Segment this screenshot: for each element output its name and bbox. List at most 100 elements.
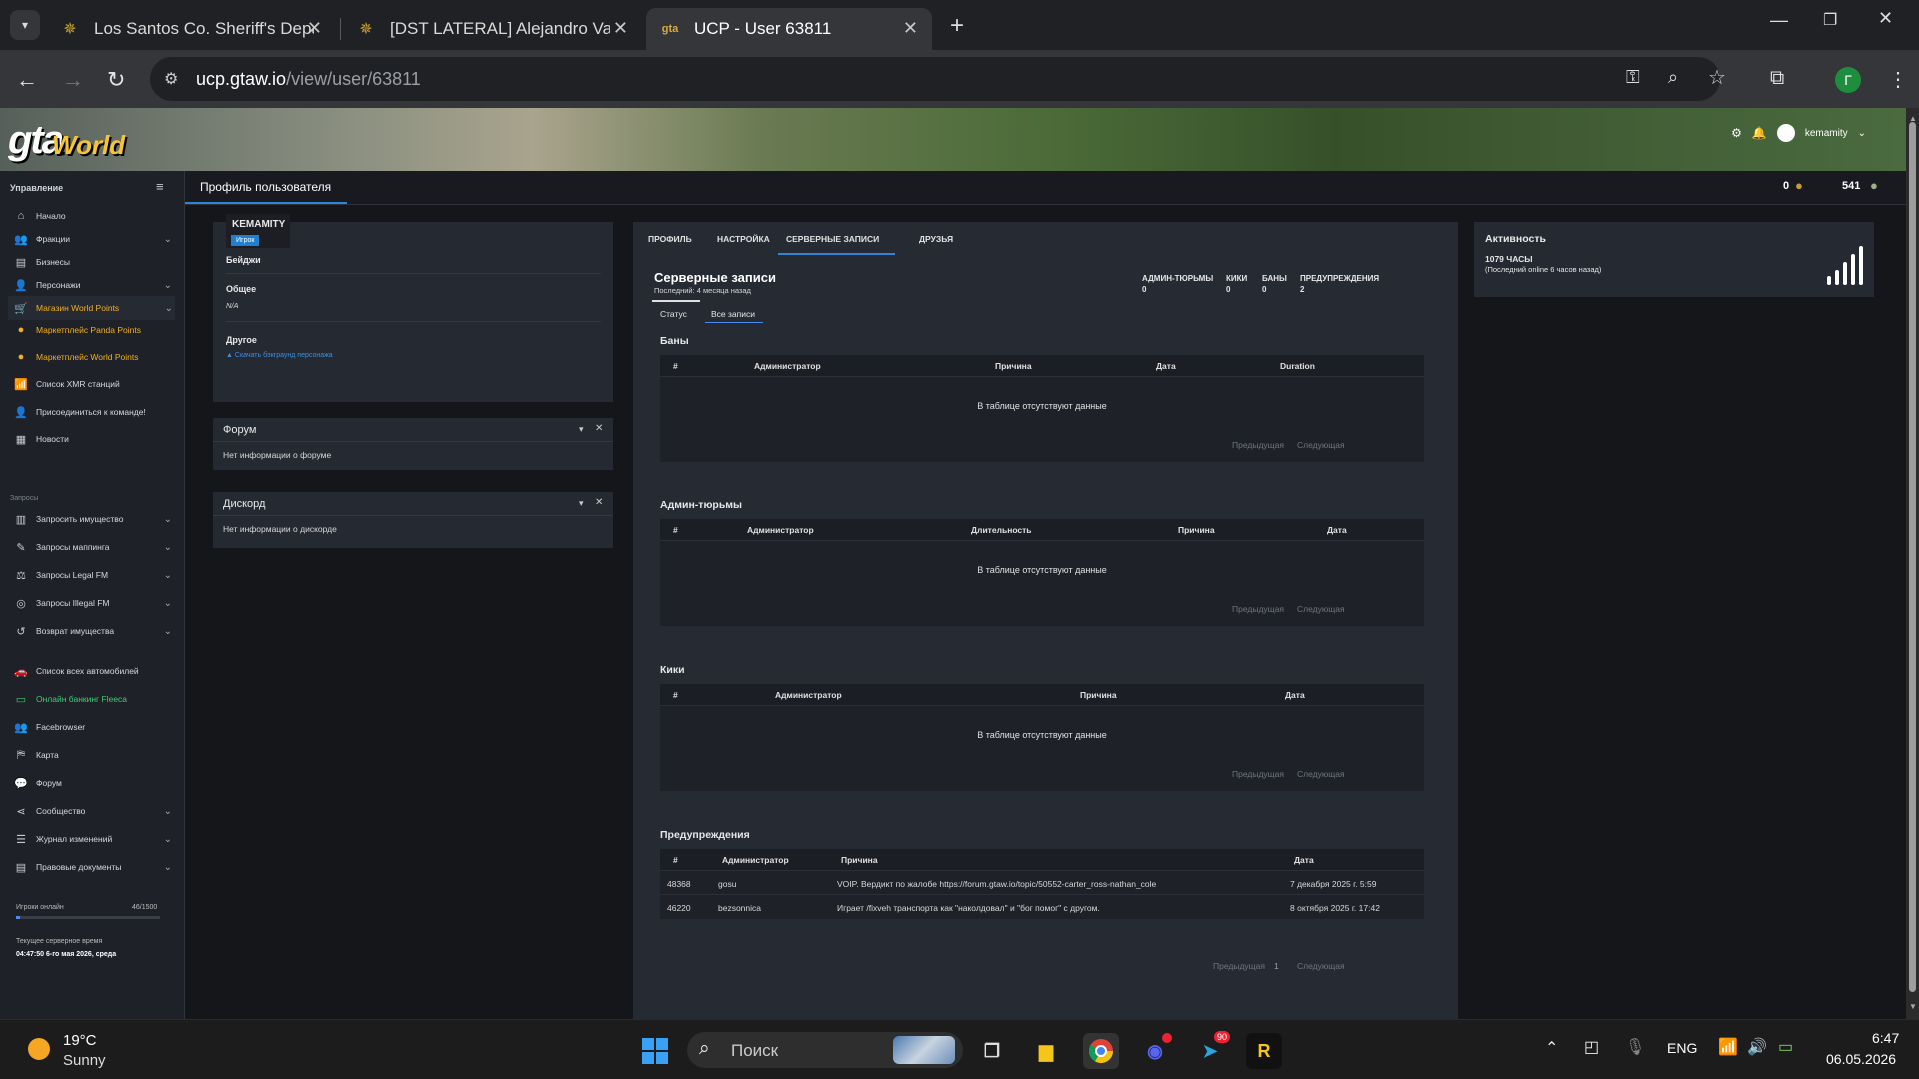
new-tab-icon[interactable]: + bbox=[950, 12, 964, 40]
taskbar-search[interactable]: ⌕ Поиск bbox=[687, 1032, 963, 1068]
close-window-icon[interactable]: ✕ bbox=[1878, 8, 1893, 29]
sidebar-item-community[interactable]: ⋖ Сообщество ⌄ bbox=[14, 799, 174, 823]
volume-icon[interactable]: 🔊 bbox=[1747, 1037, 1767, 1057]
sidebar-item-legal-fm[interactable]: ⚖ Запросы Legal FM ⌄ bbox=[14, 563, 174, 587]
address-bar[interactable]: ⚙ ucp.gtaw.io/view/user/63811 ⚿ ⌕ ☆ bbox=[150, 57, 1726, 101]
sidebar-item-join-team[interactable]: 👤 Присоединиться к команде! bbox=[14, 400, 174, 424]
tab-profile[interactable]: ПРОФИЛЬ bbox=[648, 234, 692, 244]
chevron-up-icon[interactable]: ⌃ bbox=[1545, 1038, 1558, 1058]
sidebar-item-news[interactable]: ▦ Новости bbox=[14, 427, 174, 451]
browser-tab-1[interactable]: ✵ Los Santos Co. Sheriff's Department ✕ bbox=[46, 8, 336, 50]
warnings-page-1[interactable]: 1 bbox=[1274, 961, 1279, 971]
sidebar-item-illegal-fm[interactable]: ◎ Запросы Illegal FM ⌄ bbox=[14, 591, 174, 615]
camera-icon[interactable]: ◰ bbox=[1584, 1037, 1599, 1057]
sidebar-item-panda-market[interactable]: ● Маркетплейс Panda Points bbox=[14, 318, 174, 342]
sidebar-item-forum[interactable]: 💬 Форум bbox=[14, 771, 174, 795]
col-id[interactable]: # bbox=[673, 690, 678, 700]
sidebar-item-refund[interactable]: ↺ Возврат имущества ⌄ bbox=[14, 619, 174, 643]
sidebar-item-wp-shop[interactable]: 🛒 Магазин World Points ⌄ bbox=[8, 296, 175, 320]
col-id[interactable]: # bbox=[673, 361, 678, 371]
sidebar-item-legal-docs[interactable]: ▤ Правовые документы ⌄ bbox=[14, 855, 174, 879]
col-date[interactable]: Дата bbox=[1285, 690, 1305, 700]
hamburger-icon[interactable]: ≡ bbox=[156, 179, 164, 194]
sidebar-item-characters[interactable]: 👤 Персонажи ⌄ bbox=[14, 273, 174, 297]
sidebar-item-facebrowser[interactable]: 👥 Facebrowser bbox=[14, 715, 174, 739]
subtab-status[interactable]: Статус bbox=[660, 309, 687, 319]
site-info-icon[interactable]: ⚙ bbox=[164, 69, 178, 89]
tab-friends[interactable]: ДРУЗЬЯ bbox=[919, 234, 953, 244]
rockstar-launcher-icon[interactable]: R bbox=[1246, 1033, 1282, 1069]
browser-tab-2[interactable]: ✵ [DST LATERAL] Alejandro Valdez ✕ bbox=[342, 8, 642, 50]
col-date[interactable]: Дата bbox=[1294, 855, 1314, 865]
jails-next-button[interactable]: Следующая bbox=[1297, 604, 1345, 614]
weather-temp[interactable]: 19°C bbox=[63, 1032, 97, 1049]
tab-settings[interactable]: НАСТРОЙКА bbox=[717, 234, 770, 244]
task-view-icon[interactable]: ❐ bbox=[974, 1033, 1010, 1069]
warnings-prev-button[interactable]: Предыдущая bbox=[1213, 961, 1265, 971]
profile-avatar[interactable]: Г bbox=[1835, 67, 1861, 93]
minimize-icon[interactable]: — bbox=[1770, 10, 1788, 31]
close-tab-icon[interactable]: ✕ bbox=[613, 18, 628, 39]
clock-time[interactable]: 6:47 bbox=[1872, 1030, 1899, 1046]
close-icon[interactable]: ✕ bbox=[595, 423, 603, 434]
table-row[interactable]: 48368 gosu VOIP. Вердикт по жалобе https… bbox=[660, 872, 1424, 895]
key-icon[interactable]: ⚿ bbox=[1626, 67, 1640, 88]
close-tab-icon[interactable]: ✕ bbox=[307, 18, 322, 39]
col-admin[interactable]: Администратор bbox=[722, 855, 789, 865]
close-tab-icon[interactable]: ✕ bbox=[903, 18, 918, 39]
sidebar-item-request-property[interactable]: ▥ Запросить имущество ⌄ bbox=[14, 507, 174, 531]
extensions-icon[interactable]: ⧉ bbox=[1770, 67, 1784, 90]
back-icon[interactable]: ← bbox=[16, 67, 38, 93]
sidebar-item-fleeca[interactable]: ▭ Онлайн банкинг Fleeca bbox=[14, 687, 174, 711]
reload-icon[interactable]: ↻ bbox=[107, 67, 125, 93]
bans-next-button[interactable]: Следующая bbox=[1297, 440, 1345, 450]
col-duration[interactable]: Длительность bbox=[971, 525, 1032, 535]
sidebar-item-vehicles[interactable]: 🚗 Список всех автомобилей bbox=[14, 659, 174, 683]
col-date[interactable]: Дата bbox=[1327, 525, 1347, 535]
sidebar-item-home[interactable]: ⌂ Начало bbox=[14, 204, 174, 228]
language-indicator[interactable]: ENG bbox=[1667, 1040, 1697, 1056]
sidebar-item-xmr[interactable]: 📶 Список XMR станций bbox=[14, 372, 174, 396]
col-date[interactable]: Дата bbox=[1156, 361, 1176, 371]
subtab-all-records[interactable]: Все записи bbox=[711, 309, 755, 319]
restore-icon[interactable]: ❐ bbox=[1823, 10, 1837, 30]
user-menu[interactable]: ⚙ 🔔 kemamity ⌄ bbox=[1731, 124, 1866, 142]
sidebar-item-mapping[interactable]: ✎ Запросы маппинга ⌄ bbox=[14, 535, 174, 559]
browser-tab-3-active[interactable]: gta UCP - User 63811 ✕ bbox=[646, 8, 932, 50]
bell-icon[interactable]: 🔔 bbox=[1752, 126, 1767, 140]
col-reason[interactable]: Причина bbox=[1080, 690, 1117, 700]
forward-icon[interactable]: → bbox=[62, 67, 84, 93]
sidebar-item-businesses[interactable]: ▤ Бизнесы bbox=[14, 250, 174, 274]
wifi-icon[interactable]: 📶 bbox=[1718, 1037, 1738, 1057]
battery-icon[interactable]: ▭ bbox=[1778, 1037, 1793, 1057]
menu-dots-icon[interactable]: ⋮ bbox=[1888, 67, 1908, 92]
kicks-prev-button[interactable]: Предыдущая bbox=[1232, 769, 1284, 779]
page-scrollbar[interactable]: ▲ ▼ bbox=[1906, 108, 1919, 1019]
sidebar-item-wp-market[interactable]: ● Маркетплейс World Points bbox=[14, 345, 174, 369]
scroll-down-icon[interactable]: ▼ bbox=[1909, 1002, 1917, 1011]
close-icon[interactable]: ✕ bbox=[595, 497, 603, 508]
weather-text[interactable]: Sunny bbox=[63, 1052, 106, 1069]
col-duration[interactable]: Duration bbox=[1280, 361, 1315, 371]
sidebar-item-factions[interactable]: 👥 Фракции ⌄ bbox=[14, 227, 174, 251]
sidebar-item-map[interactable]: ⛿ Карта bbox=[14, 743, 174, 767]
settings-icon[interactable]: ⚙ bbox=[1731, 126, 1742, 140]
microphone-icon[interactable]: 🎙 bbox=[1625, 1037, 1645, 1057]
zoom-icon[interactable]: ⌕ bbox=[1668, 67, 1678, 88]
table-row[interactable]: 46220 bezsonnica Играет /fixveh транспор… bbox=[660, 896, 1424, 919]
bookmark-star-icon[interactable]: ☆ bbox=[1708, 65, 1726, 90]
col-admin[interactable]: Администратор bbox=[747, 525, 814, 535]
warnings-next-button[interactable]: Следующая bbox=[1297, 961, 1345, 971]
kicks-next-button[interactable]: Следующая bbox=[1297, 769, 1345, 779]
col-id[interactable]: # bbox=[673, 855, 678, 865]
col-reason[interactable]: Причина bbox=[841, 855, 878, 865]
col-admin[interactable]: Администратор bbox=[754, 361, 821, 371]
collapse-icon[interactable]: ▾ bbox=[579, 424, 584, 435]
sun-weather-icon[interactable] bbox=[28, 1038, 50, 1060]
col-reason[interactable]: Причина bbox=[995, 361, 1032, 371]
sidebar-item-changelog[interactable]: ☰ Журнал изменений ⌄ bbox=[14, 827, 174, 851]
file-explorer-icon[interactable]: ▆ bbox=[1028, 1033, 1064, 1069]
col-admin[interactable]: Администратор bbox=[775, 690, 842, 700]
scrollbar-thumb[interactable] bbox=[1909, 122, 1916, 992]
tab-server-records[interactable]: СЕРВЕРНЫЕ ЗАПИСИ bbox=[786, 234, 879, 244]
